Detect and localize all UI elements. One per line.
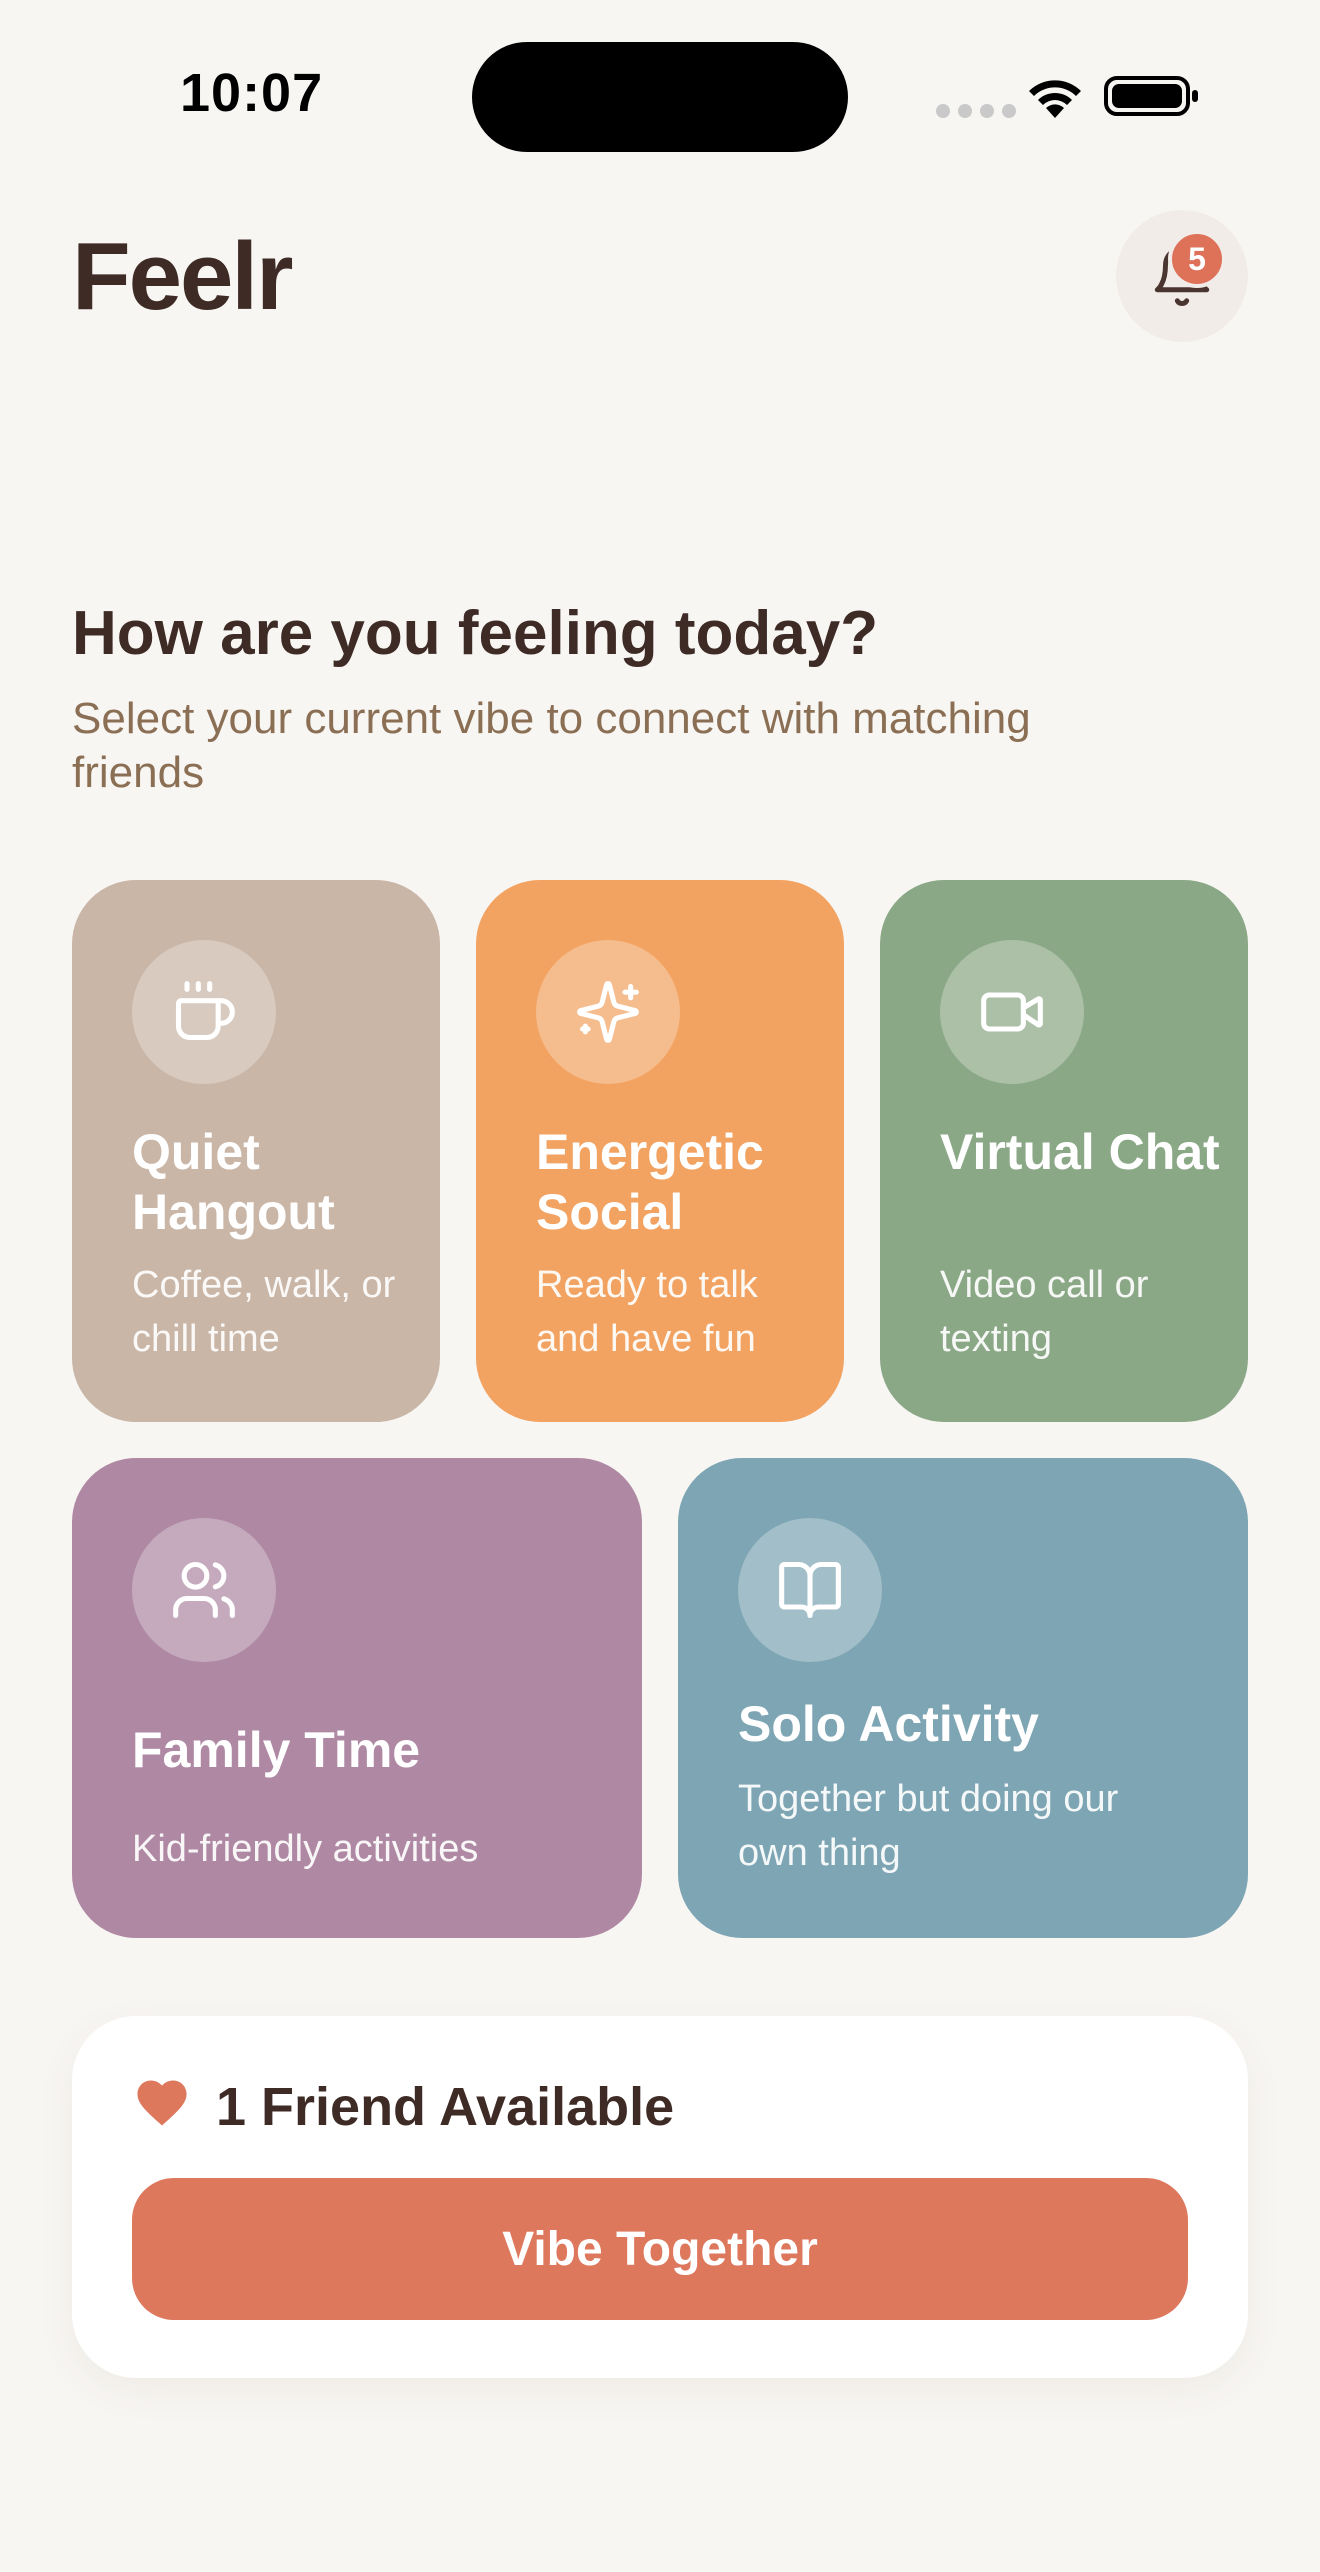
vibe-title: Virtual Chat: [940, 1124, 1220, 1180]
app-title: Feelr: [72, 223, 293, 330]
friends-available-panel: 1 Friend Available Vibe Together: [72, 2016, 1248, 2378]
icon-circle: [132, 940, 276, 1084]
vibe-description: Coffee, walk, or chill time: [132, 1264, 396, 1360]
vibe-card-energetic-social[interactable]: Energetic Social Ready to talk and have …: [476, 880, 844, 1422]
vibe-card-solo-activity[interactable]: Solo Activity Together but doing our own…: [678, 1458, 1248, 1938]
vibe-description: Video call or texting: [940, 1264, 1149, 1360]
icon-circle: [738, 1518, 882, 1662]
book-open-icon: [779, 1561, 841, 1619]
status-time: 10:07: [180, 63, 324, 123]
page-heading: How are you feeling today?: [72, 599, 879, 668]
video-camera-icon: [981, 992, 1043, 1032]
vibe-title: Solo Activity: [738, 1696, 1039, 1752]
page-subtitle: Select your current vibe to connect with…: [72, 694, 1031, 797]
vibe-card-virtual-chat[interactable]: Virtual Chat Video call or texting: [880, 880, 1248, 1422]
sparkles-icon: [577, 981, 639, 1043]
vibe-title: Quiet Hangout: [132, 1124, 335, 1240]
notification-badge: 5: [1168, 230, 1226, 288]
vibe-together-button[interactable]: Vibe Together: [132, 2178, 1188, 2320]
battery-icon: [1104, 76, 1198, 116]
heart-icon: [137, 2080, 187, 2126]
vibe-description: Together but doing our own thing: [738, 1778, 1119, 1874]
users-icon: [173, 1561, 235, 1619]
vibe-card-quiet-hangout[interactable]: Quiet Hangout Coffee, walk, or chill tim…: [72, 880, 440, 1422]
coffee-cup-icon: [175, 981, 235, 1041]
icon-circle: [132, 1518, 276, 1662]
vibe-title: Energetic Social: [536, 1124, 764, 1240]
vibe-title: Family Time: [132, 1722, 421, 1778]
vibe-description: Kid-friendly activities: [132, 1828, 479, 1870]
vibe-description: Ready to talk and have fun: [536, 1264, 758, 1360]
icon-circle: [536, 940, 680, 1084]
cellular-signal-icon: [936, 104, 1016, 118]
friends-available-count: 1 Friend Available: [216, 2077, 675, 2137]
screen: 10:07 Feelr 5 How are you feeling today?…: [0, 0, 1320, 2572]
wifi-icon: [1029, 80, 1081, 118]
icon-circle: [940, 940, 1084, 1084]
vibe-card-family-time[interactable]: Family Time Kid-friendly activities: [72, 1458, 642, 1938]
dynamic-island: [472, 42, 848, 152]
